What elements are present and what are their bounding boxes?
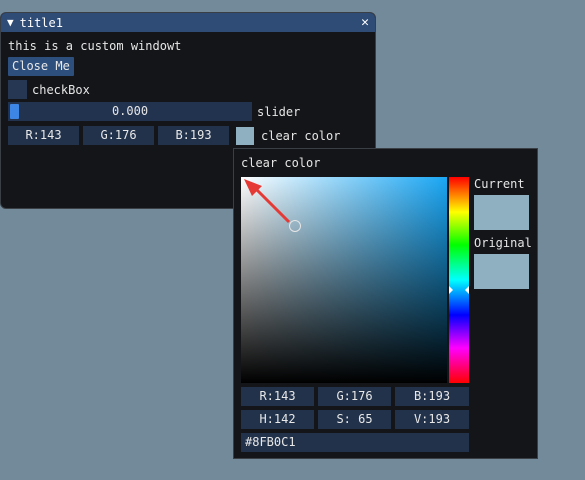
button-row: Close Me [8, 57, 74, 76]
current-label: Current [474, 177, 525, 191]
color-r-field[interactable]: R:143 [8, 126, 79, 145]
close-me-button[interactable]: Close Me [8, 57, 74, 76]
hex-field[interactable]: #8FB0C1 [241, 433, 469, 452]
picker-title: clear color [241, 156, 321, 170]
current-color-swatch [474, 195, 529, 230]
sv-cursor-circle[interactable] [288, 220, 301, 233]
slider-label: slider [257, 104, 301, 119]
text-row: this is a custom windowt [8, 39, 181, 53]
checkbox[interactable] [8, 80, 27, 99]
slider-row: 0.000 slider [8, 102, 300, 121]
saturation-value-square[interactable] [241, 177, 447, 383]
window-title-bar[interactable]: ▼ title1 ✕ [1, 13, 375, 32]
color-swatch-button[interactable] [236, 126, 254, 145]
close-icon[interactable]: ✕ [361, 15, 369, 30]
color-b-field[interactable]: B:193 [158, 126, 229, 145]
color-g-field[interactable]: G:176 [83, 126, 154, 145]
picker-r-field[interactable]: R:143 [241, 387, 314, 406]
picker-v-field[interactable]: V:193 [395, 410, 469, 429]
picker-g-field[interactable]: G:176 [318, 387, 391, 406]
color-edit-row: R:143 G:176 B:193 clear color [8, 126, 340, 145]
collapse-triangle-icon[interactable]: ▼ [7, 16, 14, 29]
original-color-swatch[interactable] [474, 254, 529, 289]
color-picker-popup: clear color Current Original R:143 G:176… [233, 148, 538, 459]
picker-s-field[interactable]: S: 65 [318, 410, 391, 429]
checkbox-label: checkBox [32, 82, 90, 97]
original-label: Original [474, 236, 532, 250]
window-title: title1 [19, 15, 63, 30]
hue-marker-left[interactable] [449, 286, 453, 295]
hue-bar[interactable] [449, 177, 469, 383]
color-edit-label: clear color [261, 128, 341, 143]
slider-grab[interactable] [10, 104, 19, 119]
window-text: this is a custom windowt [8, 39, 182, 53]
hue-marker-right[interactable] [465, 286, 469, 295]
picker-h-field[interactable]: H:142 [241, 410, 314, 429]
checkbox-row: checkBox [8, 80, 90, 99]
slider-value: 0.000 [111, 104, 149, 118]
float-slider[interactable]: 0.000 [8, 102, 252, 121]
picker-b-field[interactable]: B:193 [395, 387, 469, 406]
